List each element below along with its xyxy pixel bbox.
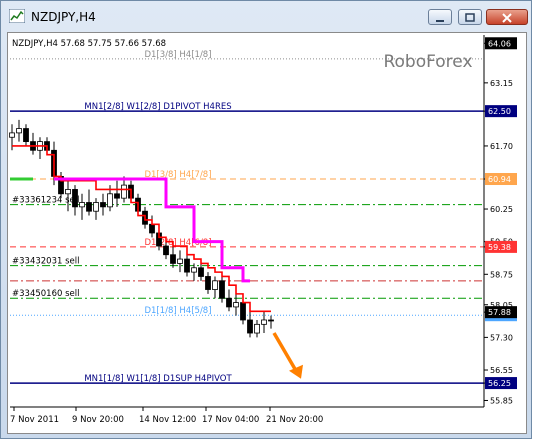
candle-body (65, 189, 71, 195)
candle-body (23, 128, 29, 142)
candle-body (72, 189, 78, 208)
candle-body (79, 202, 85, 208)
close-icon (502, 13, 512, 23)
candle-body (233, 302, 239, 308)
minimize-icon (436, 20, 444, 22)
price-tick-label: 57.30 (490, 333, 513, 342)
chart-window: NZDJPY,H4 D1[3/8] H4[1/8] MN1[2/8] W1[2/8… (0, 0, 532, 439)
candle-body (184, 258, 190, 273)
time-tick-label: 21 Nov 20:00 (266, 415, 323, 425)
candle-body (191, 267, 197, 273)
candle-body (100, 202, 106, 208)
level-label: MN1[1/8] W1[1/8] D1SUP H4PIVOT (84, 374, 232, 384)
candle-body (9, 132, 15, 138)
candle-body (205, 276, 211, 290)
close-button[interactable] (486, 9, 528, 25)
chart-header-info: NZDJPY,H4 57.68 57.75 57.66 57.68 (12, 39, 166, 49)
price-tick-label: 60.25 (490, 205, 513, 214)
level-label: D1[3/8] H4[1/8] (144, 50, 211, 60)
candle-body (114, 193, 120, 199)
time-tick-label: 7 Nov 2011 (10, 415, 59, 425)
price-tag-label: 64.06 (488, 39, 511, 48)
time-tick-label: 17 Nov 04:00 (202, 415, 259, 425)
candle-body (170, 254, 176, 264)
restore-button[interactable] (458, 9, 482, 25)
price-tick-label: 63.15 (490, 79, 513, 88)
price-tag-label: 57.88 (488, 308, 511, 317)
price-tick-label: 55.85 (490, 396, 513, 405)
order-label: #33361234 sell (12, 196, 79, 206)
level-label: D1[1/8] H4[5/8] (144, 306, 211, 316)
price-chart[interactable]: D1[3/8] H4[1/8] MN1[2/8] W1[2/8] D1PIVOT … (8, 33, 526, 433)
title-bar[interactable]: NZDJPY,H4 (1, 1, 533, 32)
forecast-arrow-head (289, 364, 303, 379)
candle-body (121, 184, 127, 199)
stop-line (12, 145, 271, 313)
candle-body (268, 319, 274, 322)
restore-icon (465, 13, 475, 22)
candle-body (219, 280, 225, 299)
candle-body (86, 202, 92, 212)
price-tag-label: 59.38 (488, 243, 511, 252)
candle-body (198, 267, 204, 277)
forecast-arrow-shaft (272, 332, 298, 372)
minimize-button[interactable] (428, 9, 452, 25)
price-tick-label: 58.75 (490, 270, 513, 279)
price-tag-label: 62.50 (488, 107, 511, 116)
candle-body (107, 193, 113, 208)
candle-body (240, 302, 246, 321)
price-tick-label: 56.55 (490, 366, 513, 375)
chart-area[interactable]: D1[3/8] H4[1/8] MN1[2/8] W1[2/8] D1PIVOT … (7, 32, 527, 434)
candle-body (177, 258, 183, 264)
price-tick-label: 61.70 (490, 142, 513, 151)
candle-body (226, 297, 232, 308)
candle-body (163, 245, 169, 256)
candle-body (247, 319, 253, 334)
time-tick-label: 9 Nov 20:00 (72, 415, 124, 425)
watermark: RoboForex (383, 52, 472, 72)
candle-body (93, 202, 99, 212)
level-label: MN1[2/8] W1[2/8] D1PIVOT H4RES (84, 102, 231, 112)
candle-body (16, 128, 22, 134)
window-title: NZDJPY,H4 (31, 10, 96, 24)
order-label: #33450160 sell (12, 289, 79, 299)
time-tick-label: 14 Nov 12:00 (139, 415, 196, 425)
candle-body (254, 323, 260, 334)
candle-body (212, 280, 218, 290)
order-label: #33432031 sell (12, 257, 79, 267)
price-tag-label: 56.25 (488, 379, 511, 388)
candle-body (261, 319, 267, 325)
chart-icon (9, 9, 25, 23)
price-tag-label: 60.94 (488, 175, 511, 184)
candle-body (149, 223, 155, 234)
